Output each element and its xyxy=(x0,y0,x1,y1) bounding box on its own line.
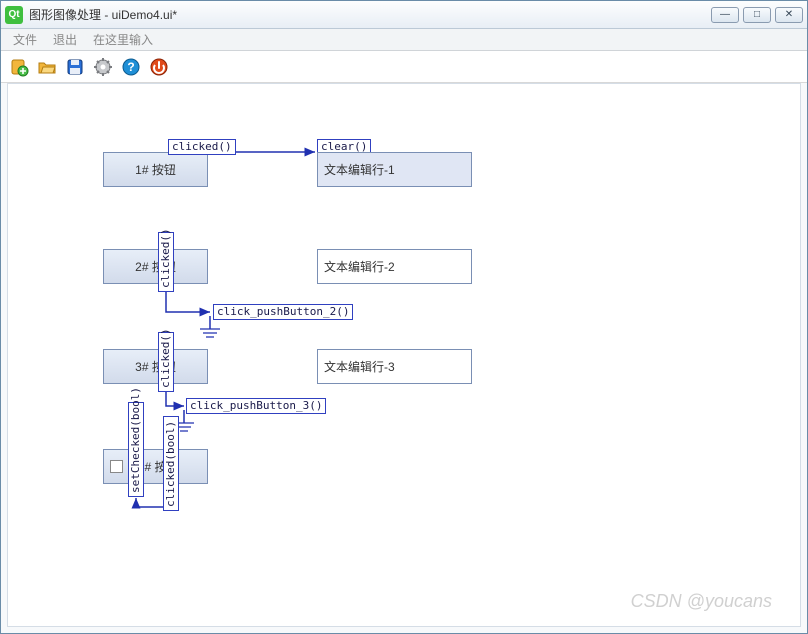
new-file-button[interactable] xyxy=(7,55,31,79)
slot-click-pb2: click_pushButton_2() xyxy=(213,304,353,320)
help-icon: ? xyxy=(121,57,141,77)
svg-text:?: ? xyxy=(127,60,134,74)
line-edit-3[interactable]: 文本编辑行-3 xyxy=(317,349,472,384)
save-disk-icon xyxy=(65,57,85,77)
push-button-1[interactable]: 1# 按钮 xyxy=(103,152,208,187)
menu-exit[interactable]: 退出 xyxy=(45,29,85,50)
canvas-area: 1# 按钮 clicked() clear() 文本编辑行-1 2# 按钮 cl… xyxy=(1,83,807,633)
window-controls: — □ ✕ xyxy=(711,7,803,23)
open-folder-icon xyxy=(37,57,57,77)
checkbox-indicator[interactable] xyxy=(110,460,123,473)
line-edit-1[interactable]: 文本编辑行-1 xyxy=(317,152,472,187)
gear-icon xyxy=(93,57,113,77)
window-title: 图形图像处理 - uiDemo4.ui* xyxy=(29,6,711,23)
menu-file[interactable]: 文件 xyxy=(5,29,45,50)
push-button-3[interactable]: 3# 按钮 xyxy=(103,349,208,384)
qt-app-icon: Qt xyxy=(5,6,23,24)
settings-button[interactable] xyxy=(91,55,115,79)
power-icon xyxy=(149,57,169,77)
design-canvas[interactable]: 1# 按钮 clicked() clear() 文本编辑行-1 2# 按钮 cl… xyxy=(7,83,801,627)
titlebar: Qt 图形图像处理 - uiDemo4.ui* — □ ✕ xyxy=(1,1,807,29)
line-edit-2[interactable]: 文本编辑行-2 xyxy=(317,249,472,284)
signal-clicked-1: clicked() xyxy=(168,139,236,155)
watermark: CSDN @youcans xyxy=(631,591,772,612)
save-button[interactable] xyxy=(63,55,87,79)
toolbar: ? xyxy=(1,51,807,83)
menu-type-here[interactable]: 在这里输入 xyxy=(85,29,161,50)
menubar: 文件 退出 在这里输入 xyxy=(1,29,807,51)
help-button[interactable]: ? xyxy=(119,55,143,79)
minimize-button[interactable]: — xyxy=(711,7,739,23)
maximize-button[interactable]: □ xyxy=(743,7,771,23)
open-folder-button[interactable] xyxy=(35,55,59,79)
slot-setchecked-bool: setChecked(bool) xyxy=(128,402,144,497)
signal-clicked-bool: clicked(bool) xyxy=(163,416,179,511)
push-button-2[interactable]: 2# 按钮 xyxy=(103,249,208,284)
new-file-icon xyxy=(9,57,29,77)
power-button[interactable] xyxy=(147,55,171,79)
close-button[interactable]: ✕ xyxy=(775,7,803,23)
signal-clicked-3: clicked() xyxy=(158,332,174,392)
slot-click-pb3: click_pushButton_3() xyxy=(186,398,326,414)
main-window: Qt 图形图像处理 - uiDemo4.ui* — □ ✕ 文件 退出 在这里输… xyxy=(0,0,808,634)
signal-clicked-2: clicked() xyxy=(158,232,174,292)
